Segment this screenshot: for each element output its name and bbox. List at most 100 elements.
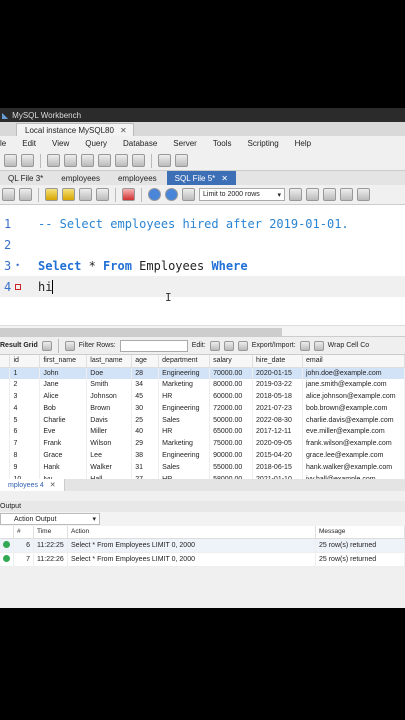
cell-department[interactable]: Marketing <box>158 437 211 450</box>
table-row[interactable]: 9 Hank Walker 31 Sales 55000.00 2018-06-15 hank… <box>0 461 405 474</box>
cell-salary[interactable]: 72000.00 <box>209 402 254 415</box>
export-icon[interactable] <box>299 340 310 351</box>
cell-id[interactable]: 6 <box>9 425 41 438</box>
menu-server[interactable]: Server <box>165 139 205 148</box>
cell-last-name[interactable]: Davis <box>86 414 133 426</box>
cell-age[interactable]: 45 <box>131 390 160 403</box>
delete-row-icon[interactable] <box>237 340 248 351</box>
row-header[interactable] <box>0 437 11 450</box>
menu-query[interactable]: Query <box>77 139 115 148</box>
open-file-icon[interactable] <box>2 188 15 201</box>
cell-hire-date[interactable]: 2021-07-23 <box>252 402 303 415</box>
stop-icon[interactable] <box>96 188 109 201</box>
table-row[interactable]: 6 Eve Miller 40 HR 65000.00 2017-12-11 eve.mill… <box>0 425 405 438</box>
menu-file[interactable]: le <box>0 139 14 148</box>
cell-email[interactable]: john.doe@example.com <box>302 367 405 379</box>
table-row[interactable]: 3 Alice Johnson 45 HR 60000.00 2018-05-18 alice… <box>0 390 405 403</box>
row-header[interactable] <box>0 390 11 403</box>
table-row[interactable]: 5 Charlie Davis 25 Sales 50000.00 2022-08-30 ch… <box>0 414 405 426</box>
cell-email[interactable]: frank.wilson@example.com <box>302 437 405 450</box>
cell-salary[interactable]: 90000.00 <box>209 449 254 462</box>
col-header-age[interactable]: age <box>131 355 160 368</box>
refresh-icon[interactable] <box>64 340 75 351</box>
output-type-select[interactable]: Action Output ▾ <box>0 513 100 525</box>
table-row[interactable]: 2 Jane Smith 34 Marketing 80000.00 2019-03-22 j… <box>0 378 405 391</box>
cell-age[interactable]: 30 <box>131 402 160 415</box>
cell-salary[interactable]: 55000.00 <box>209 461 254 474</box>
table-row[interactable]: 1 John Doe 28 Engineering 70000.00 2020-01-15 j… <box>0 367 405 379</box>
cell-age[interactable]: 38 <box>131 449 160 462</box>
cell-last-name[interactable]: Brown <box>86 402 133 415</box>
output-row[interactable]: 6 11:22:25 Select * From Employees LIMIT… <box>0 538 405 553</box>
tab-employees-1[interactable]: employees <box>53 171 108 185</box>
col-header-hire-date[interactable]: hire_date <box>252 355 303 368</box>
cell-last-name[interactable]: Wilson <box>86 437 133 450</box>
cell-age[interactable]: 31 <box>131 461 160 474</box>
import-icon[interactable] <box>313 340 324 351</box>
cell-first-name[interactable]: Grace <box>39 449 88 462</box>
schema-icon[interactable] <box>47 154 60 167</box>
cell-first-name[interactable]: Charlie <box>39 414 88 426</box>
cell-last-name[interactable]: Miller <box>86 425 133 438</box>
execute-icon[interactable] <box>45 188 58 201</box>
open-sql-icon[interactable] <box>21 154 34 167</box>
cell-id[interactable]: 5 <box>9 414 41 426</box>
row-header[interactable] <box>0 425 11 438</box>
table-row[interactable]: 4 Bob Brown 30 Engineering 72000.00 2021-07-23… <box>0 402 405 415</box>
cell-department[interactable]: Marketing <box>158 378 211 391</box>
cell-last-name[interactable]: Walker <box>86 461 133 474</box>
cell-last-name[interactable]: Lee <box>86 449 133 462</box>
col-header-last-name[interactable]: last_name <box>86 355 133 368</box>
cell-email[interactable]: charlie.davis@example.com <box>302 414 405 426</box>
edit-row-icon[interactable] <box>209 340 220 351</box>
cell-email[interactable]: eve.miller@example.com <box>302 425 405 438</box>
cell-email[interactable]: alice.johnson@example.com <box>302 390 405 403</box>
limit-rows-select[interactable]: Limit to 2000 rows ▾ <box>199 188 285 201</box>
cell-id[interactable]: 9 <box>9 461 41 474</box>
tab-sql-file-3[interactable]: QL File 3* <box>0 171 51 185</box>
cell-hire-date[interactable]: 2018-05-18 <box>252 390 303 403</box>
row-header[interactable] <box>0 378 11 391</box>
cell-department[interactable]: HR <box>158 390 211 403</box>
row-header[interactable] <box>0 402 11 415</box>
explain-icon[interactable] <box>79 188 92 201</box>
cell-id[interactable]: 8 <box>9 449 41 462</box>
cell-hire-date[interactable]: 2020-09-05 <box>252 437 303 450</box>
cell-id[interactable]: 7 <box>9 437 41 450</box>
editor-horizontal-scrollbar[interactable] <box>0 325 405 337</box>
cell-department[interactable]: Engineering <box>158 449 211 462</box>
search-table-icon[interactable] <box>158 154 171 167</box>
cell-salary[interactable]: 60000.00 <box>209 390 254 403</box>
cell-last-name[interactable]: Doe <box>86 367 133 379</box>
sql-editor[interactable]: 1 -- Select employees hired after 2019-0… <box>0 205 405 325</box>
cell-age[interactable]: 34 <box>131 378 160 391</box>
wrap-lines-icon[interactable] <box>357 188 370 201</box>
cell-first-name[interactable]: Alice <box>39 390 88 403</box>
create-schema-icon[interactable] <box>64 154 77 167</box>
cell-last-name[interactable]: Smith <box>86 378 133 391</box>
cell-salary[interactable]: 50000.00 <box>209 414 254 426</box>
cell-email[interactable]: jane.smith@example.com <box>302 378 405 391</box>
create-function-icon[interactable] <box>132 154 145 167</box>
cell-id[interactable]: 3 <box>9 390 41 403</box>
cell-department[interactable]: Engineering <box>158 367 211 379</box>
rollback-icon[interactable] <box>165 188 178 201</box>
cell-age[interactable]: 40 <box>131 425 160 438</box>
cell-hire-date[interactable]: 2018-06-15 <box>252 461 303 474</box>
cell-id[interactable]: 4 <box>9 402 41 415</box>
close-icon[interactable]: ✕ <box>50 481 56 489</box>
add-row-icon[interactable] <box>223 340 234 351</box>
create-view-icon[interactable] <box>98 154 111 167</box>
close-icon[interactable]: ✕ <box>221 174 228 183</box>
scrollbar-thumb[interactable] <box>0 328 282 336</box>
row-header[interactable] <box>0 461 11 474</box>
menu-tools[interactable]: Tools <box>205 139 240 148</box>
cell-id[interactable]: 1 <box>9 367 41 379</box>
output-row[interactable]: 7 11:22:26 Select * From Employees LIMIT… <box>0 552 405 567</box>
tab-local-instance[interactable]: Local instance MySQL80 ✕ <box>16 123 134 136</box>
new-sql-tab-icon[interactable] <box>4 154 17 167</box>
table-row[interactable]: 8 Grace Lee 38 Engineering 90000.00 2015-04-20… <box>0 449 405 462</box>
reconnect-icon[interactable] <box>175 154 188 167</box>
cell-last-name[interactable]: Johnson <box>86 390 133 403</box>
row-header[interactable] <box>0 367 11 379</box>
